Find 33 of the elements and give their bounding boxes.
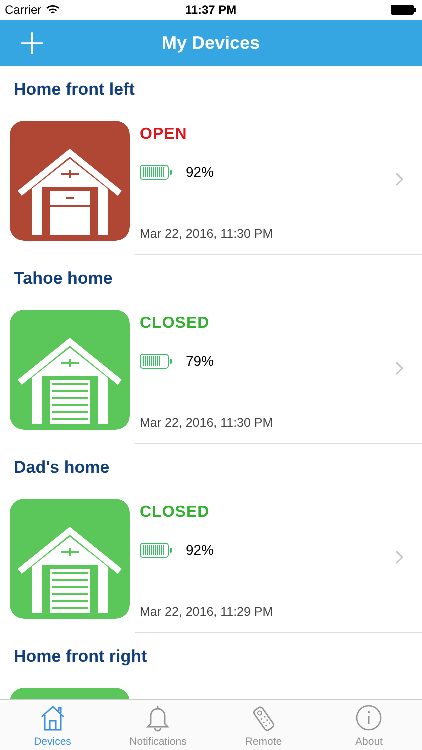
last-updated: Mar 22, 2016, 11:30 PM [140,416,274,430]
tab-button[interactable]: Remote [211,700,316,750]
last-updated: Mar 22, 2016, 11:30 PM [140,227,274,241]
tab-button[interactable]: Devices [0,700,106,750]
chevron-icon[interactable] [395,550,404,565]
battery-percent: 92% [186,164,214,180]
battery-level-icon [140,354,172,368]
garage-tile[interactable] [10,121,130,241]
device-name: Tahoe home [14,269,113,289]
wifi-icon [46,5,60,15]
tab-button[interactable]: Notifications [106,700,211,750]
last-updated: Mar 22, 2016, 11:29 PM [140,605,274,619]
screen-title: My Devices [162,32,260,52]
chevron-icon[interactable] [395,361,404,376]
battery-percent: 92% [186,542,214,558]
carrier-name: Carrier [5,3,42,17]
device-name: Home front left [14,80,135,100]
clock-time: 11:37 PM [185,3,237,17]
add-button[interactable]: + [12,23,52,63]
garage-tile[interactable] [10,310,130,430]
info-icon [354,703,384,733]
battery-percent: 79% [186,353,214,369]
door-status: OPEN [140,126,188,143]
garage-tile[interactable] [10,499,130,619]
battery-level-icon [140,164,172,180]
device-name: Home front right [14,647,148,667]
battery-icon [391,5,417,15]
door-status: CLOSED [140,315,210,332]
battery-level-icon [140,542,172,558]
door-status: CLOSED [140,504,210,521]
chevron-icon[interactable] [395,172,404,187]
tab-button[interactable]: About [316,700,422,750]
device-name: Dad's home [14,458,110,478]
